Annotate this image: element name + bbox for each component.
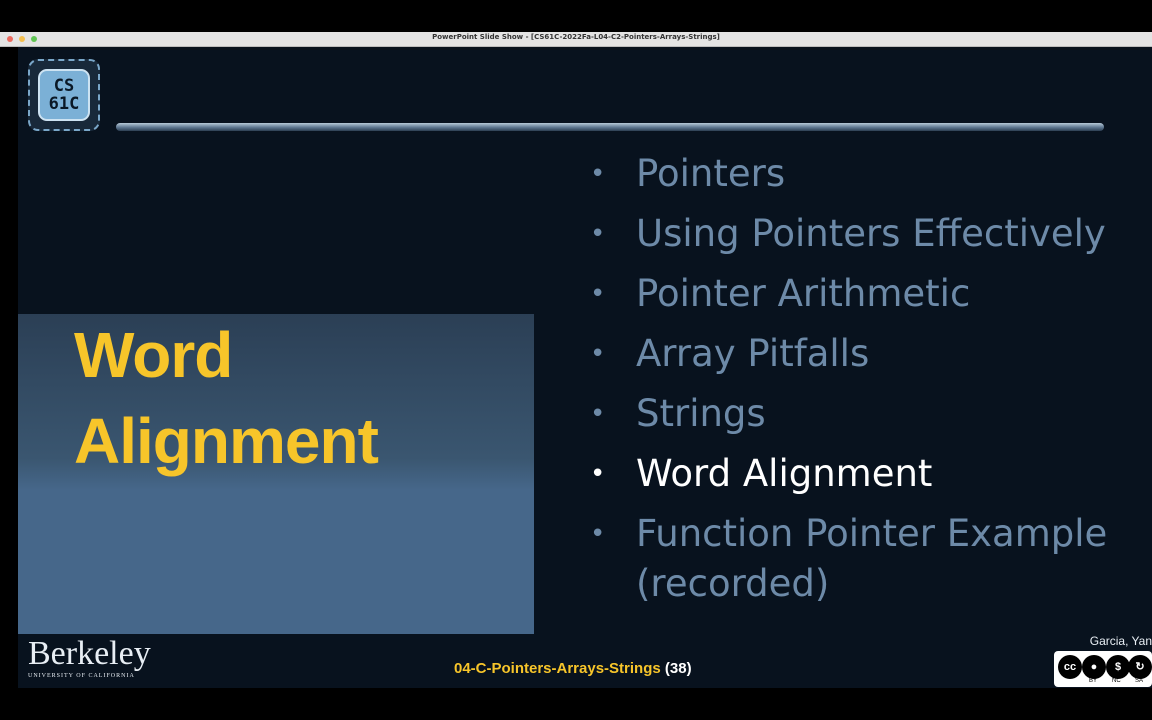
by-icon: ● (1082, 655, 1106, 679)
bullet-icon: • (590, 519, 606, 549)
cc-icon: cc (1058, 655, 1082, 679)
sa-icon: ↻ (1128, 655, 1152, 679)
section-title-line-2: Alignment (74, 405, 379, 477)
slide-footer: 04-C-Pointers-Arrays-Strings (38) (454, 660, 692, 677)
agenda-item-label: Using Pointers Effectively (636, 212, 1106, 255)
agenda-item: • Pointer Arithmetic (590, 269, 1150, 319)
agenda-item-label: Array Pitfalls (636, 332, 870, 375)
section-title: Word Alignment (74, 312, 379, 484)
bullet-icon: • (590, 279, 606, 309)
section-title-line-1: Word (74, 319, 233, 391)
agenda-item-label: Pointers (636, 152, 786, 195)
chip-icon: CS 61C (38, 69, 90, 121)
bullet-icon: • (590, 219, 606, 249)
window-title: PowerPoint Slide Show - [CS61C-2022Fa-L0… (432, 33, 720, 41)
logo-line-1: CS (53, 76, 75, 96)
agenda-item: • Strings (590, 389, 1150, 439)
cs61c-logo: CS 61C (28, 59, 100, 131)
agenda-item: • Pointers (590, 149, 1150, 199)
page-number: (38) (664, 660, 692, 677)
creative-commons-badge: cc ● $ ↻ BY NC SA (1054, 651, 1152, 687)
sa-label: SA (1135, 678, 1144, 684)
university-subtitle: UNIVERSITY OF CALIFORNIA (28, 673, 135, 679)
agenda-item-label: Word Alignment (636, 452, 933, 495)
university-name: Berkeley (28, 635, 151, 672)
window-titlebar: PowerPoint Slide Show - [CS61C-2022Fa-L0… (0, 32, 1152, 47)
agenda-item: • Array Pitfalls (590, 329, 1150, 379)
logo-line-2: 61C (48, 94, 80, 114)
agenda-item: • Using Pointers Effectively (590, 209, 1150, 259)
agenda-item-label: Pointer Arithmetic (636, 272, 971, 315)
bullet-icon: • (590, 399, 606, 429)
berkeley-logo: Berkeley UNIVERSITY OF CALIFORNIA (28, 635, 151, 680)
authors: Garcia, Yan (1089, 634, 1152, 648)
agenda-item: • Function Pointer Example (recorded) (590, 509, 1150, 609)
title-rule (116, 123, 1104, 131)
by-label: BY (1089, 678, 1098, 684)
lecture-name: 04-C-Pointers-Arrays-Strings (454, 660, 661, 677)
bullet-icon: • (590, 159, 606, 189)
bullet-icon: • (590, 459, 606, 489)
agenda-item-label: Strings (636, 392, 766, 435)
bullet-icon: • (590, 339, 606, 369)
slide-canvas[interactable]: CS 61C Word Alignment • Pointers • Using P… (18, 47, 1152, 688)
agenda-item-label: Function Pointer Example (636, 512, 1108, 555)
nc-icon: $ (1106, 655, 1130, 679)
agenda-item-sublabel: (recorded) (636, 562, 830, 605)
agenda-list: • Pointers • Using Pointers Effectively • P… (590, 149, 1150, 619)
nc-label: NC (1112, 678, 1121, 684)
agenda-item-current: • Word Alignment (590, 449, 1150, 499)
